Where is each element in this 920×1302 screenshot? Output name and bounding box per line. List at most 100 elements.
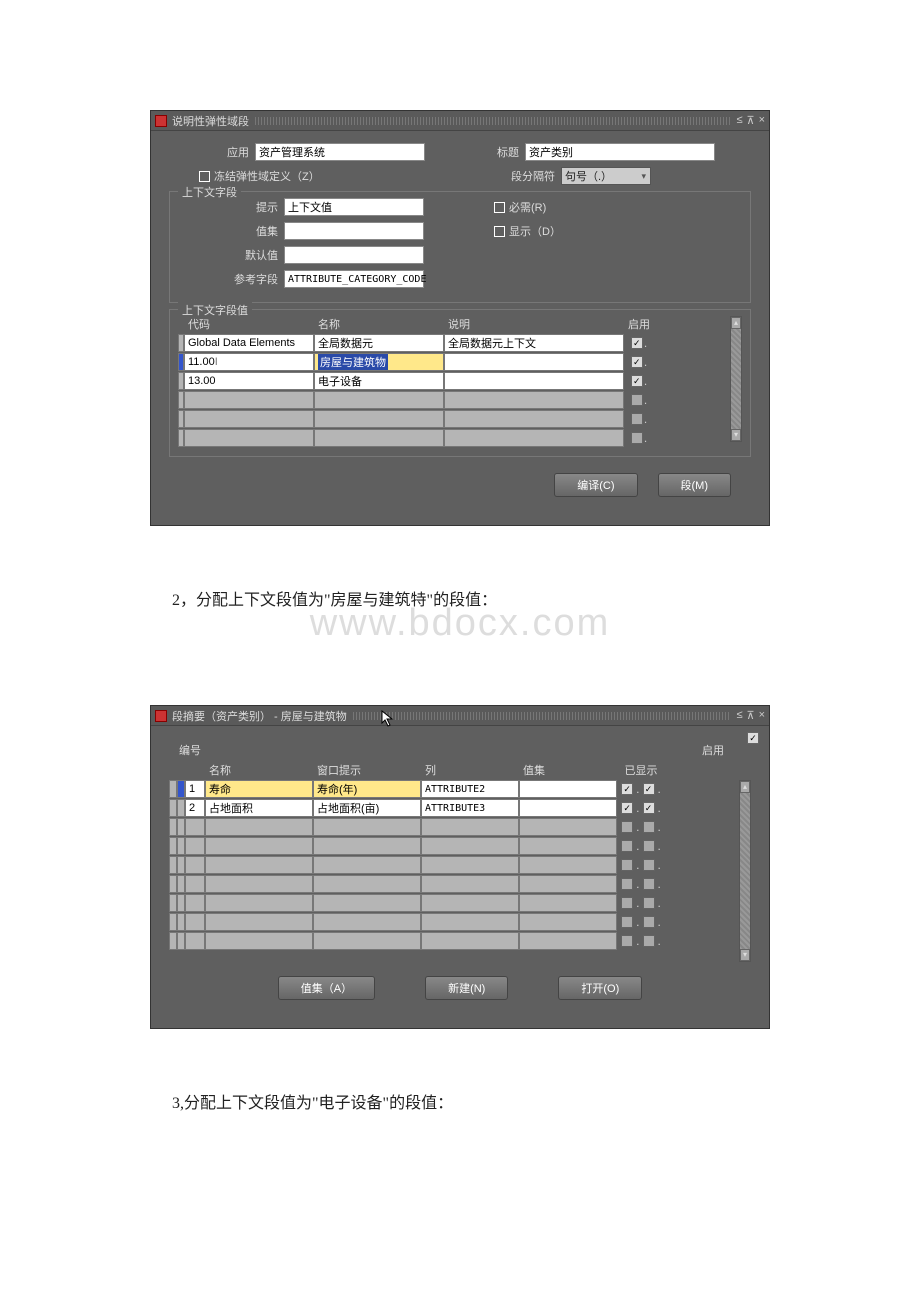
prompt-field[interactable]: 上下文值 xyxy=(284,198,424,216)
scroll-up-icon[interactable]: ▴ xyxy=(731,317,741,329)
valueset-cell[interactable] xyxy=(519,818,617,836)
column-cell[interactable] xyxy=(421,856,519,874)
valueset-field[interactable] xyxy=(284,222,424,240)
row-marker-2[interactable] xyxy=(177,799,185,817)
window-checkbox[interactable]: ✓ xyxy=(747,732,759,744)
open-button[interactable]: 打开(O) xyxy=(558,976,642,1000)
enabled-checkbox[interactable]: ✓ xyxy=(631,337,643,349)
scroll-down-icon[interactable]: ▾ xyxy=(740,949,750,961)
maximize-icon[interactable]: ⊼ xyxy=(747,709,755,722)
code-cell[interactable]: 13.00 xyxy=(184,372,314,390)
application-field[interactable]: 资产管理系统 xyxy=(255,143,425,161)
context-value-row[interactable]: 13.00电子设备✓. xyxy=(178,372,728,390)
enabled-checkbox[interactable] xyxy=(621,878,633,890)
displayed-checkbox[interactable] xyxy=(643,878,655,890)
row-marker-2[interactable] xyxy=(177,932,185,950)
row-marker-2[interactable] xyxy=(177,894,185,912)
row-marker[interactable] xyxy=(169,856,177,874)
winprompt-cell[interactable] xyxy=(313,894,421,912)
context-value-row[interactable]: 11.00 I房屋与建筑物✓. xyxy=(178,353,728,371)
row-marker-2[interactable] xyxy=(177,875,185,893)
segname-cell[interactable] xyxy=(205,913,313,931)
num-cell[interactable] xyxy=(185,913,205,931)
enabled-checkbox[interactable] xyxy=(621,897,633,909)
segment-row[interactable]: .. xyxy=(169,856,737,874)
num-cell[interactable] xyxy=(185,837,205,855)
num-cell[interactable]: 2 xyxy=(185,799,205,817)
context-value-row[interactable]: . xyxy=(178,410,728,428)
num-cell[interactable] xyxy=(185,894,205,912)
scroll-down-icon[interactable]: ▾ xyxy=(731,429,741,441)
desc-cell[interactable] xyxy=(444,429,624,447)
close-icon[interactable]: × xyxy=(759,709,765,722)
segname-cell[interactable]: 寿命 xyxy=(205,780,313,798)
row-marker-2[interactable] xyxy=(177,913,185,931)
scroll-track[interactable] xyxy=(731,329,741,429)
displayed-checkbox[interactable] xyxy=(643,897,655,909)
winprompt-cell[interactable] xyxy=(313,875,421,893)
row-marker[interactable] xyxy=(169,818,177,836)
segname-cell[interactable] xyxy=(205,837,313,855)
column-cell[interactable] xyxy=(421,932,519,950)
enabled-checkbox[interactable]: ✓ xyxy=(621,802,633,814)
code-cell[interactable] xyxy=(184,391,314,409)
valueset-cell[interactable] xyxy=(519,837,617,855)
new-button[interactable]: 新建(N) xyxy=(425,976,508,1000)
row-marker-2[interactable] xyxy=(177,837,185,855)
row-marker-2[interactable] xyxy=(177,780,185,798)
segname-cell[interactable] xyxy=(205,856,313,874)
winprompt-cell[interactable] xyxy=(313,932,421,950)
segname-cell[interactable] xyxy=(205,818,313,836)
desc-cell[interactable]: 全局数据元上下文 xyxy=(444,334,624,352)
name-cell[interactable] xyxy=(314,391,444,409)
context-value-row[interactable]: . xyxy=(178,429,728,447)
window2-titlebar[interactable]: 段摘要（资产类别） - 房屋与建筑物 ≤ ⊼ × xyxy=(151,706,769,726)
default-field[interactable] xyxy=(284,246,424,264)
minimize-icon[interactable]: ≤ xyxy=(736,709,742,722)
column-cell[interactable] xyxy=(421,913,519,931)
valueset-cell[interactable] xyxy=(519,875,617,893)
enabled-checkbox[interactable]: ✓ xyxy=(621,783,633,795)
desc-cell[interactable] xyxy=(444,391,624,409)
freeze-checkbox[interactable] xyxy=(199,171,210,182)
desc-cell[interactable] xyxy=(444,353,624,371)
column-cell[interactable] xyxy=(421,837,519,855)
enabled-checkbox[interactable] xyxy=(631,432,643,444)
displayed-checkbox[interactable]: ✓ xyxy=(643,802,655,814)
row-marker[interactable] xyxy=(169,799,177,817)
row-marker[interactable] xyxy=(169,913,177,931)
row-marker[interactable] xyxy=(169,875,177,893)
display-checkbox[interactable] xyxy=(494,226,505,237)
column-cell[interactable]: ATTRIBUTE3 xyxy=(421,799,519,817)
column-cell[interactable] xyxy=(421,894,519,912)
segment-row[interactable]: .. xyxy=(169,875,737,893)
name-cell[interactable] xyxy=(314,429,444,447)
enabled-checkbox[interactable] xyxy=(621,916,633,928)
code-cell[interactable]: Global Data Elements xyxy=(184,334,314,352)
segname-cell[interactable] xyxy=(205,894,313,912)
enabled-checkbox[interactable] xyxy=(621,840,633,852)
code-cell[interactable] xyxy=(184,410,314,428)
winprompt-cell[interactable] xyxy=(313,913,421,931)
displayed-checkbox[interactable] xyxy=(643,859,655,871)
segname-cell[interactable] xyxy=(205,875,313,893)
valueset-cell[interactable] xyxy=(519,894,617,912)
scroll-track[interactable] xyxy=(740,793,750,949)
valueset-cell[interactable] xyxy=(519,780,617,798)
separator-dropdown[interactable]: 句号（.） xyxy=(561,167,651,185)
column-cell[interactable]: ATTRIBUTE2 xyxy=(421,780,519,798)
segment-row[interactable]: .. xyxy=(169,932,737,950)
winprompt-cell[interactable]: 寿命(年) xyxy=(313,780,421,798)
segment-row[interactable]: .. xyxy=(169,913,737,931)
minimize-icon[interactable]: ≤ xyxy=(736,114,742,127)
num-cell[interactable] xyxy=(185,818,205,836)
close-icon[interactable]: × xyxy=(759,114,765,127)
enabled-checkbox[interactable] xyxy=(631,413,643,425)
segment-row[interactable]: .. xyxy=(169,818,737,836)
valueset-cell[interactable] xyxy=(519,932,617,950)
code-cell[interactable] xyxy=(184,429,314,447)
code-cell[interactable]: 11.00 I xyxy=(184,353,314,371)
displayed-checkbox[interactable] xyxy=(643,935,655,947)
desc-cell[interactable] xyxy=(444,372,624,390)
name-cell[interactable]: 全局数据元 xyxy=(314,334,444,352)
